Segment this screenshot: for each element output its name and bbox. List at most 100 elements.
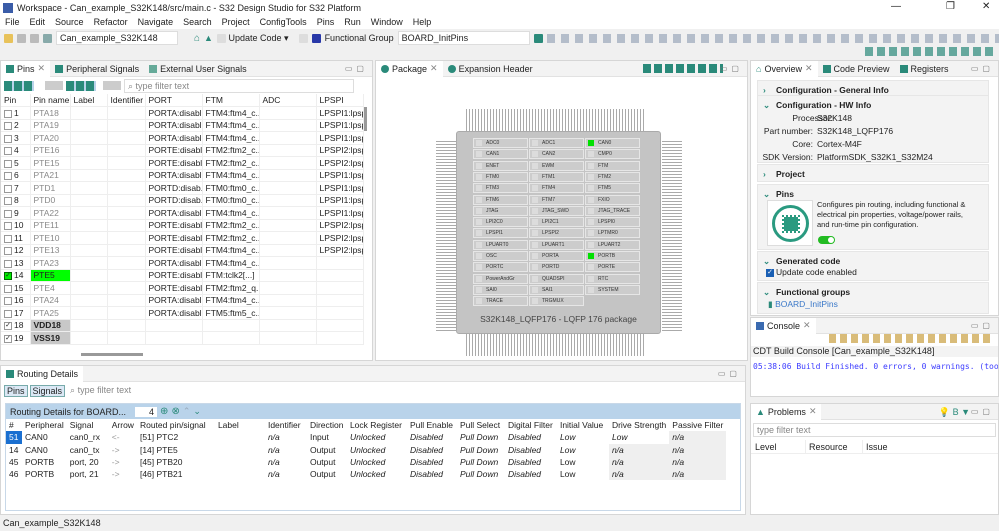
pin-number[interactable]: 16 <box>1 294 31 307</box>
routing-cell[interactable]: Low <box>609 431 669 443</box>
ftm-cell[interactable]: FTM2:ftm2_q... <box>202 281 260 295</box>
peripheral-block[interactable]: LPUART0 <box>473 239 528 250</box>
pin-checkbox[interactable] <box>4 159 12 168</box>
peripheral-block[interactable]: FTM7 <box>529 194 584 205</box>
pin-checkbox[interactable] <box>4 209 12 218</box>
lpspi-cell[interactable]: LPSPI1:lpspi <box>316 206 364 220</box>
pin-identifier[interactable] <box>107 219 146 232</box>
problems-toolbar[interactable]: 💡 B ▼ <box>939 407 970 418</box>
peripheral-block[interactable]: OSC <box>473 251 528 261</box>
ftm-cell[interactable]: FTM4:ftm4_c... <box>202 106 260 120</box>
table-row[interactable]: 46 PORTB port, 21 -> [46] PTB21 n/a Output Unlo… <box>6 468 727 481</box>
port-cell[interactable]: PORTA:disabl... <box>145 119 203 132</box>
port-cell[interactable]: PORTE:disabl... <box>145 144 203 157</box>
routing-cell[interactable]: Pull Down <box>457 468 505 480</box>
adc-cell[interactable] <box>259 269 317 282</box>
port-cell[interactable]: PORTA:disabl... <box>145 106 203 120</box>
column-header[interactable]: Identifier <box>265 419 307 431</box>
adc-cell[interactable] <box>259 331 317 345</box>
column-header[interactable]: Initial Value <box>557 419 609 431</box>
peripheral-block[interactable]: SAI0 <box>473 284 528 295</box>
pin-label[interactable] <box>70 131 108 145</box>
pin-label[interactable] <box>70 206 108 220</box>
lpspi-cell[interactable]: LPSPI1:lpspi <box>316 181 364 195</box>
pin-number[interactable]: 4 <box>1 144 31 157</box>
menu-navigate[interactable]: Navigate <box>133 17 179 27</box>
routing-cell[interactable]: n/a <box>265 468 307 480</box>
pin-name[interactable]: PTA22 <box>30 206 71 220</box>
ftm-cell[interactable] <box>202 331 260 345</box>
lpspi-cell[interactable]: LPSPI2:lpspi <box>316 231 364 245</box>
ftm-cell[interactable]: FTM:tclk2[...] <box>202 269 260 282</box>
pin-number[interactable]: 2 <box>1 119 31 132</box>
routing-cell[interactable]: 14 <box>6 444 22 456</box>
save-all-icon[interactable] <box>30 33 39 43</box>
pin-name[interactable]: VSS19 <box>30 331 71 345</box>
pin-checkbox[interactable] <box>4 247 12 255</box>
column-header[interactable]: Identifier <box>107 94 146 107</box>
table-row[interactable]: 7 PTD1 PORTD:disab... FTM0:ftm0_c... LPSPI1:… <box>1 181 364 195</box>
pin-number[interactable]: 12 <box>1 244 31 257</box>
pin-identifier[interactable] <box>107 244 146 257</box>
pins-filter-input[interactable]: ⌕ type filter text <box>124 78 354 93</box>
pin-identifier[interactable] <box>107 106 146 120</box>
pin-label[interactable] <box>70 331 108 345</box>
menu-help[interactable]: Help <box>408 17 437 27</box>
tab-pins[interactable]: Pins ✕ <box>1 60 51 77</box>
pin-name[interactable]: PTA18 <box>30 106 71 120</box>
adc-cell[interactable] <box>259 306 317 320</box>
peripheral-block[interactable]: LPSPI1 <box>473 228 528 239</box>
peripheral-block[interactable]: ENET <box>473 160 528 171</box>
pin-name[interactable]: PTE11 <box>30 219 71 232</box>
routing-cell[interactable]: CAN0 <box>22 431 67 443</box>
peripheral-block[interactable]: SYSTEM <box>585 284 640 295</box>
port-cell[interactable]: PORTE:disabl... <box>145 269 203 282</box>
routing-cell[interactable]: n/a <box>608 468 670 481</box>
port-cell[interactable]: PORTA:disabl... <box>145 306 203 320</box>
new-icon[interactable] <box>4 33 13 43</box>
column-header[interactable]: Label <box>70 94 108 107</box>
routing-cell[interactable] <box>215 468 265 480</box>
adc-cell[interactable] <box>259 194 317 207</box>
peripheral-block[interactable]: LPSPI0 <box>585 217 640 228</box>
routing-cell[interactable]: Unlocked <box>347 456 407 468</box>
pin-label[interactable] <box>70 194 108 207</box>
peripheral-block[interactable]: RTC <box>585 273 640 284</box>
pin-number[interactable]: 9 <box>1 206 31 220</box>
group-properties-icon[interactable] <box>533 33 543 43</box>
pin-label[interactable] <box>70 281 108 295</box>
table-row[interactable]: 17 PTA25 PORTA:disabl...FTM5:ftm5_c... <box>1 306 364 320</box>
problems-filter-input[interactable]: type filter text <box>753 423 996 437</box>
menu-configtools[interactable]: ConfigTools <box>255 17 312 27</box>
column-header[interactable]: # <box>6 419 22 431</box>
pin-name[interactable]: PTD0 <box>30 194 71 207</box>
port-cell[interactable]: PORTE:disabl... <box>145 281 203 295</box>
pin-label[interactable] <box>70 306 108 320</box>
peripheral-block[interactable]: JTAG_TRACE <box>585 205 640 216</box>
tab-package[interactable]: Package ✕ <box>376 60 443 77</box>
peripheral-block[interactable]: LPSPI2 <box>529 228 584 239</box>
warning-icon[interactable]: ▲ <box>204 33 213 43</box>
pin-identifier[interactable] <box>107 231 146 245</box>
ftm-cell[interactable]: FTM4:ftm4_c... <box>202 294 260 307</box>
close-button[interactable]: ✕ <box>982 1 990 12</box>
routing-cell[interactable]: Unlocked <box>347 468 407 480</box>
routing-cell[interactable]: port, 21 <box>67 468 109 480</box>
pin-checkbox[interactable] <box>4 259 12 268</box>
port-cell[interactable]: PORTD:disab... <box>145 194 203 207</box>
routing-cell[interactable] <box>215 456 265 468</box>
peripheral-block[interactable]: FTM3 <box>473 183 528 194</box>
pin-label[interactable] <box>70 119 108 132</box>
routing-cell[interactable]: n/a <box>669 431 727 444</box>
pin-label[interactable] <box>70 256 108 270</box>
peripheral-block[interactable]: FTM5 <box>585 183 640 194</box>
peripheral-block[interactable]: PORTE <box>585 262 640 273</box>
move-up-icon[interactable]: ⌃ <box>183 406 191 417</box>
pin-number[interactable]: ✓ 19 <box>1 331 31 345</box>
menu-source[interactable]: Source <box>50 17 89 27</box>
peripheral-block[interactable]: PORTB <box>585 251 640 261</box>
lpspi-cell[interactable]: LPSPI2:lpspi <box>316 244 364 257</box>
menu-search[interactable]: Search <box>178 17 217 27</box>
ftm-cell[interactable]: FTM4:ftm4_c... <box>202 131 260 145</box>
peripheral-block[interactable]: TRGMUX <box>529 296 584 307</box>
